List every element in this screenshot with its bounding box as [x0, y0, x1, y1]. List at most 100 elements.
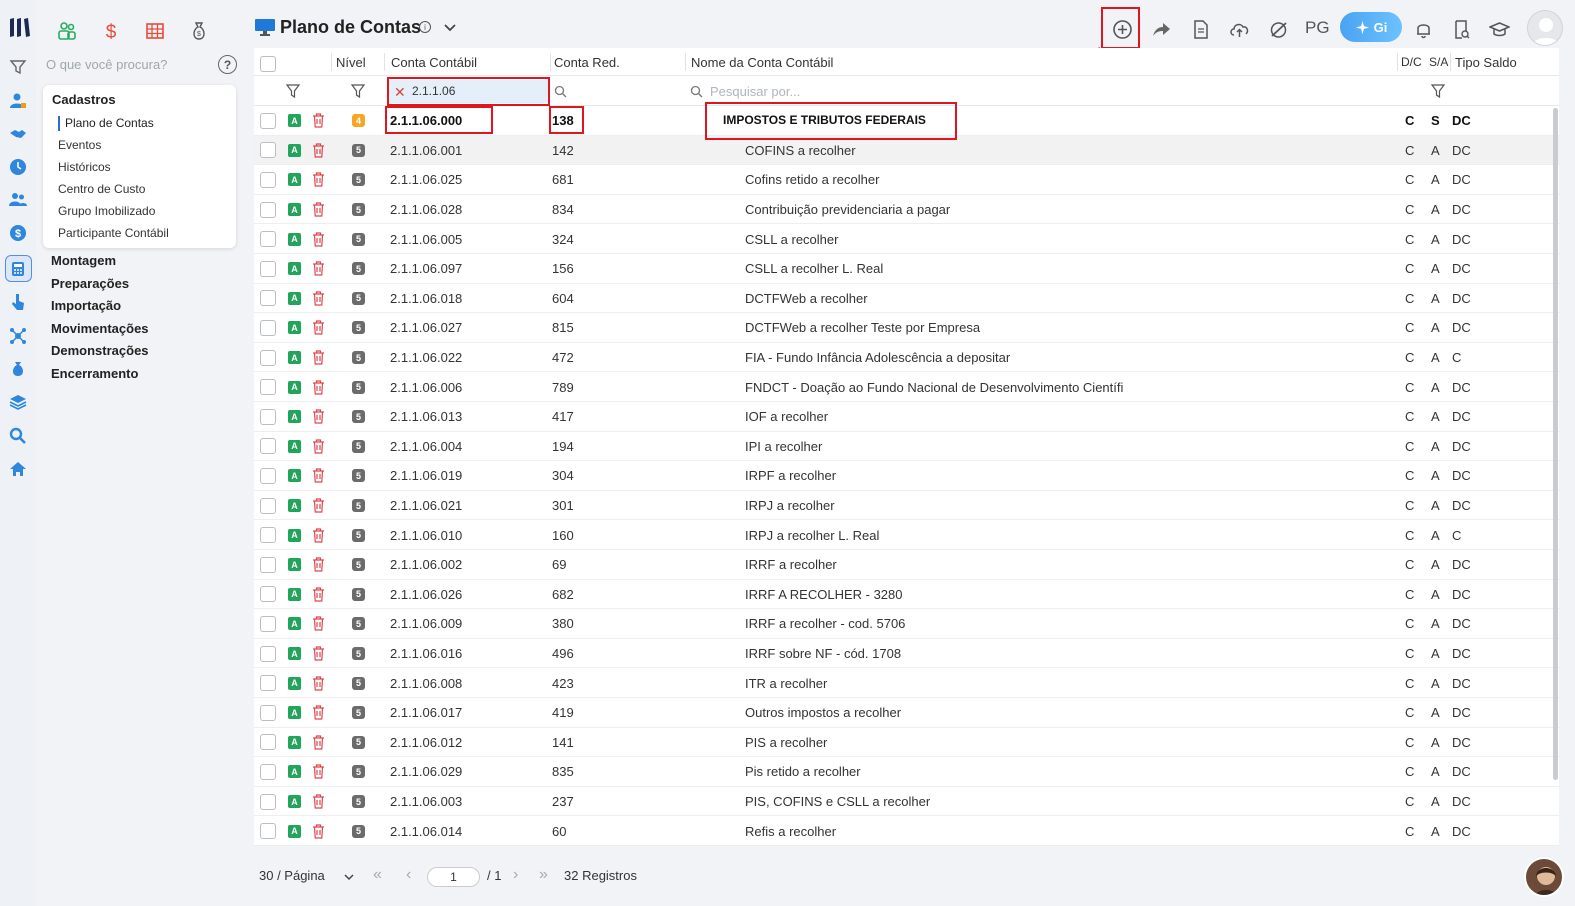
table-row[interactable]: A 5 2.1.1.06.012 141 PIS a recolher C A DC	[254, 728, 1559, 758]
row-checkbox[interactable]	[260, 704, 276, 721]
prev-page-button[interactable]: ‹	[406, 866, 411, 884]
trash-icon[interactable]	[312, 764, 325, 780]
table-row[interactable]: A 5 2.1.1.06.027 815 DCTFWeb a recolher Test…	[254, 313, 1559, 343]
cloud-upload-icon[interactable]	[1227, 17, 1251, 41]
page-input[interactable]: 1	[427, 867, 480, 887]
menu-item-grupo-imobilizado[interactable]: Grupo Imobilizado	[58, 204, 155, 218]
trash-icon[interactable]	[312, 735, 325, 750]
money-bag-module-icon[interactable]: $	[188, 20, 210, 42]
trash-icon[interactable]	[312, 705, 325, 720]
next-page-button[interactable]: ›	[513, 866, 518, 884]
table-row[interactable]: A 5 2.1.1.06.097 156 CSLL a recolher L. Real…	[254, 254, 1559, 284]
trash-icon[interactable]	[312, 409, 325, 424]
trash-icon[interactable]	[312, 498, 325, 513]
tipo-saldo-filter-icon[interactable]	[1431, 84, 1445, 98]
per-page-select[interactable]: 30 / Página	[259, 868, 325, 883]
table-row[interactable]: A 5 2.1.1.06.017 419 Outros impostos a recol…	[254, 698, 1559, 728]
trash-icon[interactable]	[312, 794, 325, 809]
row-checkbox[interactable]	[260, 586, 276, 603]
trash-icon[interactable]	[312, 824, 325, 839]
row-checkbox[interactable]	[260, 201, 276, 218]
trash-icon[interactable]	[312, 232, 325, 247]
gi-assistant-button[interactable]: Gi	[1340, 12, 1402, 42]
table-row[interactable]: A 5 2.1.1.06.010 160 IRPJ a recolher L. Real…	[254, 520, 1559, 550]
row-checkbox[interactable]	[260, 734, 276, 751]
table-row[interactable]: A 5 2.1.1.06.006 789 FNDCT - Doação ao Fundo…	[254, 372, 1559, 402]
dollar-module-icon[interactable]: $	[100, 20, 122, 42]
row-checkbox[interactable]	[260, 763, 276, 780]
table-row[interactable]: A 5 2.1.1.06.004 194 IPI a recolher C A DC	[254, 432, 1559, 462]
trash-icon[interactable]	[312, 616, 325, 632]
users-icon[interactable]	[8, 190, 28, 210]
trash-icon[interactable]	[312, 587, 325, 602]
row-checkbox[interactable]	[260, 645, 276, 662]
help-icon[interactable]: ?	[218, 55, 237, 74]
search-icon[interactable]	[8, 426, 28, 446]
table-row[interactable]: A 5 2.1.1.06.008 423 ITR a recolher C A DC	[254, 668, 1559, 698]
scrollbar[interactable]	[1553, 108, 1558, 780]
search-icon[interactable]	[554, 85, 567, 98]
chevron-down-icon[interactable]	[442, 19, 458, 35]
row-checkbox[interactable]	[260, 408, 276, 425]
network-icon[interactable]	[8, 326, 28, 346]
menu-group-importacao[interactable]: Importação	[51, 298, 121, 313]
row-checkbox[interactable]	[260, 319, 276, 336]
trash-icon[interactable]	[312, 557, 325, 572]
filter-icon[interactable]	[8, 57, 28, 77]
table-row[interactable]: A 5 2.1.1.06.028 834 Contribuição previdenci…	[254, 195, 1559, 225]
menu-group-montagem[interactable]: Montagem	[51, 253, 116, 268]
row-checkbox[interactable]	[260, 112, 276, 129]
row-checkbox[interactable]	[260, 823, 276, 840]
trash-icon[interactable]	[312, 646, 325, 661]
select-all-checkbox[interactable]	[260, 56, 276, 72]
table-row[interactable]: A 5 2.1.1.06.029 835 Pis retido a recolher C A…	[254, 757, 1559, 787]
col-conta-red[interactable]: Conta Red.	[554, 55, 620, 70]
report-search-icon[interactable]	[1449, 17, 1473, 41]
last-page-button[interactable]: »	[539, 866, 548, 884]
layers-icon[interactable]	[8, 392, 28, 412]
brush-icon[interactable]	[1266, 17, 1290, 41]
table-row[interactable]: A 5 2.1.1.06.002 69 IRRF a recolher C A DC	[254, 550, 1559, 580]
home-icon[interactable]	[8, 459, 28, 479]
table-row[interactable]: A 5 2.1.1.06.005 324 CSLL a recolher C A DC	[254, 224, 1559, 254]
trash-icon[interactable]	[312, 439, 325, 454]
row-checkbox[interactable]	[260, 171, 276, 188]
clock-icon[interactable]	[8, 157, 28, 177]
trash-icon[interactable]	[312, 528, 325, 543]
row-checkbox[interactable]	[260, 615, 276, 632]
trash-icon[interactable]	[312, 291, 325, 306]
trash-icon[interactable]	[312, 172, 325, 188]
col-dc[interactable]: D/C	[1401, 55, 1422, 69]
row-checkbox[interactable]	[260, 556, 276, 573]
trash-icon[interactable]	[312, 261, 325, 276]
pg-button[interactable]: PG	[1305, 18, 1330, 38]
cadastros-title[interactable]: Cadastros	[52, 92, 116, 107]
table-row[interactable]: A 5 2.1.1.06.021 301 IRPJ a recolher C A DC	[254, 491, 1559, 521]
table-row[interactable]: A 5 2.1.1.06.009 380 IRRF a recolher - cod. …	[254, 609, 1559, 639]
col-sa[interactable]: S/A	[1429, 55, 1448, 69]
row-checkbox[interactable]	[260, 527, 276, 544]
money-bag-icon[interactable]	[8, 359, 28, 379]
table-row[interactable]: A 5 2.1.1.06.018 604 DCTFWeb a recolher C A DC	[254, 284, 1559, 314]
handshake-icon[interactable]	[8, 124, 28, 144]
user-register-icon[interactable]	[8, 91, 28, 111]
chevron-down-icon[interactable]	[343, 872, 355, 882]
table-row[interactable]: A 5 2.1.1.06.019 304 IRPF a recolher C A DC	[254, 461, 1559, 491]
calculator-icon[interactable]	[8, 259, 28, 279]
graduation-cap-icon[interactable]	[1487, 17, 1511, 41]
menu-group-movimentacoes[interactable]: Movimentações	[51, 321, 149, 336]
row-checkbox[interactable]	[260, 497, 276, 514]
menu-group-preparacoes[interactable]: Preparações	[51, 276, 129, 291]
pointer-icon[interactable]	[8, 292, 28, 312]
menu-item-plano-de-contas[interactable]: Plano de Contas	[65, 116, 154, 130]
menu-item-historicos[interactable]: Históricos	[58, 160, 111, 174]
menu-item-participante-contabil[interactable]: Participante Contábil	[58, 226, 169, 240]
dollar-coin-icon[interactable]: $	[8, 223, 28, 243]
menu-item-eventos[interactable]: Eventos	[58, 138, 101, 152]
menu-group-encerramento[interactable]: Encerramento	[51, 366, 138, 381]
row-checkbox[interactable]	[260, 379, 276, 396]
trash-icon[interactable]	[312, 468, 325, 484]
document-icon[interactable]	[1188, 17, 1212, 41]
row-checkbox[interactable]	[260, 675, 276, 692]
menu-group-demonstracoes[interactable]: Demonstrações	[51, 343, 149, 358]
